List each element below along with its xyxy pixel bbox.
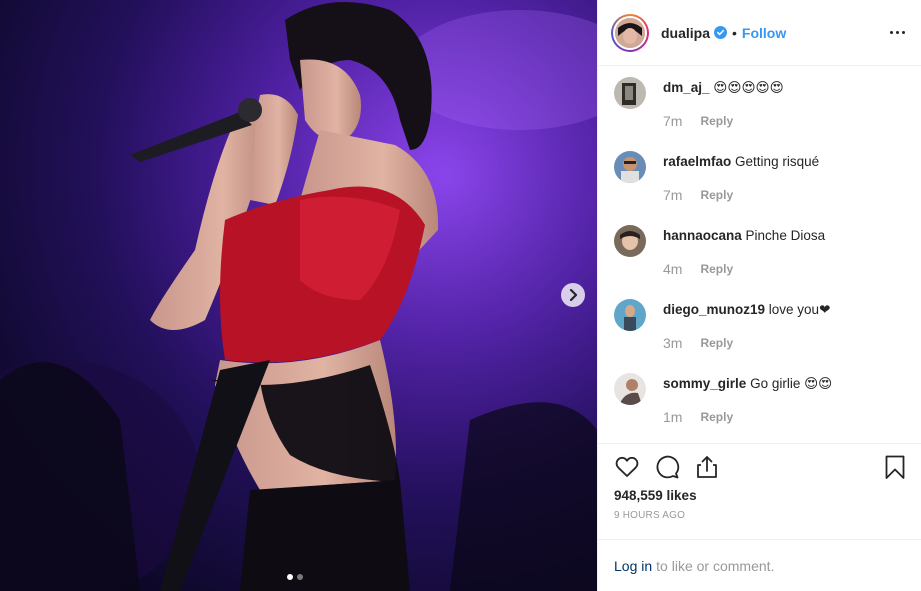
comment-text: Pinche Diosa <box>745 228 826 243</box>
verified-badge-icon <box>714 26 728 39</box>
comment-text: Getting risqué <box>735 154 820 169</box>
comment-item: hannaocana Pinche Diosa 4m Reply <box>598 224 921 298</box>
comment-item: rafaelmfao Getting risqué 7m Reply <box>598 150 921 224</box>
chevron-right-icon <box>569 289 578 301</box>
reply-button[interactable]: Reply <box>700 410 733 424</box>
reply-button[interactable]: Reply <box>700 336 733 350</box>
post-side-panel: dualipa • Follow dm_aj_ 😍😍😍😍😍 7m Reply r… <box>597 0 921 591</box>
instagram-post: dualipa • Follow dm_aj_ 😍😍😍😍😍 7m Reply r… <box>0 0 921 591</box>
comment-text: love you❤ <box>768 302 831 317</box>
post-photo[interactable] <box>0 0 597 591</box>
like-button[interactable] <box>614 454 640 480</box>
owner-avatar-image <box>615 17 645 48</box>
comment-username[interactable]: dm_aj_ <box>663 80 710 95</box>
carousel-indicator <box>287 574 303 580</box>
comment-username[interactable]: diego_munoz19 <box>663 302 765 317</box>
reply-button[interactable]: Reply <box>700 262 733 276</box>
reply-button[interactable]: Reply <box>700 114 733 128</box>
commenter-avatar[interactable] <box>614 299 646 331</box>
bookmark-icon <box>885 455 905 479</box>
comment-time: 1m <box>663 409 683 425</box>
follow-button[interactable]: Follow <box>742 25 786 41</box>
owner-avatar[interactable] <box>611 13 649 52</box>
comment-username[interactable]: hannaocana <box>663 228 742 243</box>
login-prompt: Log in to like or comment. <box>598 539 921 591</box>
separator-bullet: • <box>732 24 737 41</box>
save-button[interactable] <box>882 454 908 480</box>
post-timestamp[interactable]: 9 HOURS AGO <box>598 510 921 521</box>
comment-time: 3m <box>663 335 683 351</box>
comment-icon <box>656 455 680 479</box>
commenter-avatar[interactable] <box>614 77 646 109</box>
comment-username[interactable]: rafaelmfao <box>663 154 731 169</box>
heart-icon <box>615 456 639 477</box>
carousel-dot-active <box>287 574 293 580</box>
comment-item: sommy_girle Go girlie 😍😍 1m Reply <box>598 372 921 443</box>
comment-time: 7m <box>663 113 683 129</box>
comments-list: dm_aj_ 😍😍😍😍😍 7m Reply rafaelmfao Getting … <box>598 66 921 444</box>
likes-count[interactable]: 948,559 likes <box>598 488 921 503</box>
performer-photo <box>0 0 597 591</box>
owner-username[interactable]: dualipa <box>661 25 710 41</box>
commenter-avatar[interactable] <box>614 225 646 257</box>
next-photo-button[interactable] <box>561 283 585 307</box>
comment-username[interactable]: sommy_girle <box>663 376 746 391</box>
login-prompt-text: to like or comment. <box>656 557 775 574</box>
comment-text: 😍😍😍😍😍 <box>713 80 784 95</box>
login-link[interactable]: Log in <box>614 558 652 574</box>
comment-time: 7m <box>663 187 683 203</box>
share-icon <box>697 456 717 478</box>
more-options-icon[interactable] <box>890 31 905 34</box>
commenter-avatar[interactable] <box>614 151 646 183</box>
comment-item: diego_munoz19 love you❤ 3m Reply <box>598 298 921 372</box>
commenter-avatar[interactable] <box>614 373 646 405</box>
comment-text: Go girlie 😍😍 <box>750 376 833 391</box>
comment-item: dm_aj_ 😍😍😍😍😍 7m Reply <box>598 76 921 150</box>
post-header: dualipa • Follow <box>598 0 921 66</box>
reply-button[interactable]: Reply <box>700 188 733 202</box>
comment-button[interactable] <box>654 454 680 480</box>
share-button[interactable] <box>694 454 720 480</box>
comment-time: 4m <box>663 261 683 277</box>
action-bar <box>598 444 921 490</box>
carousel-dot <box>297 574 303 580</box>
